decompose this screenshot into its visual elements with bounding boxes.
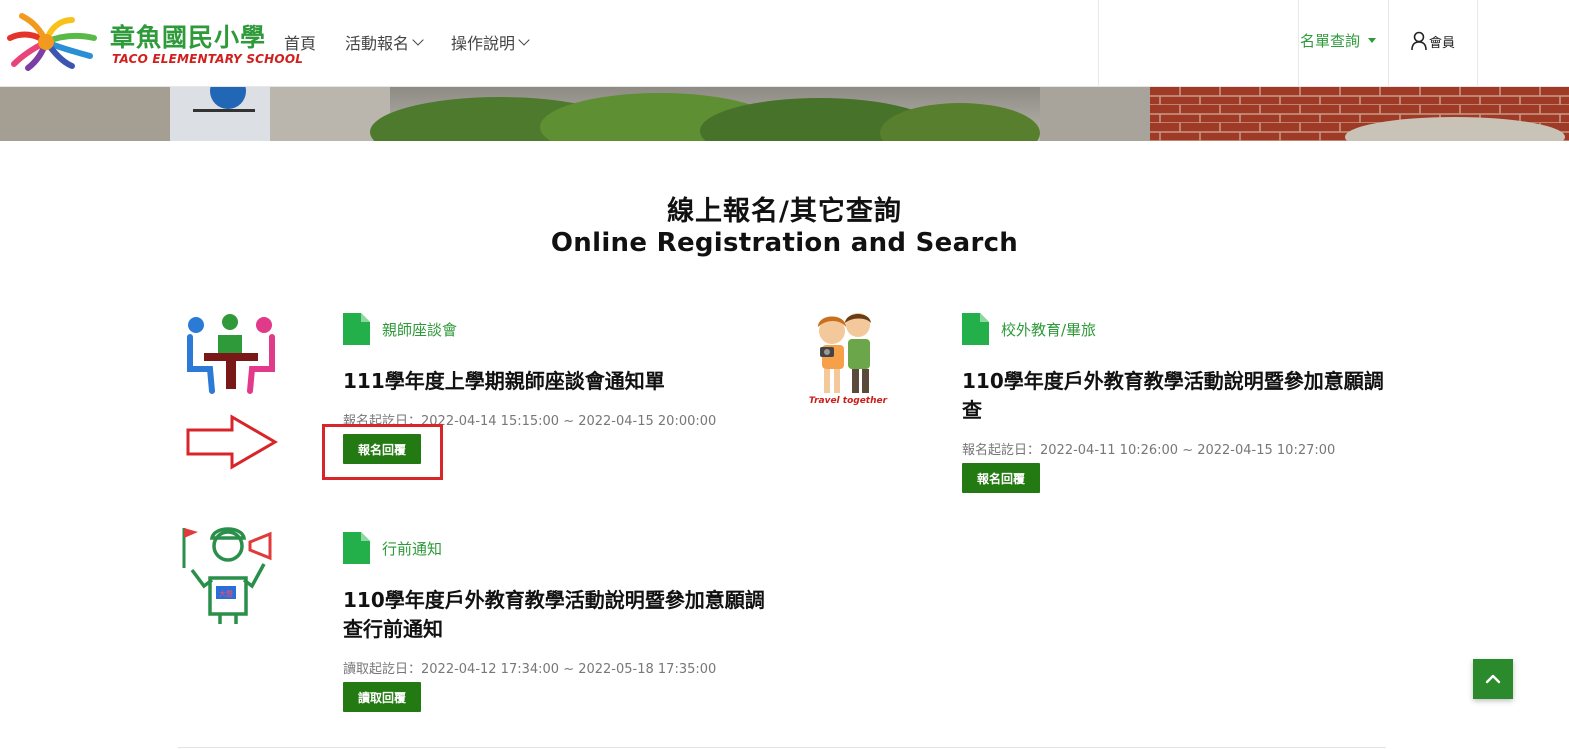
card-date-range: 讀取起訖日：2022-04-12 17:34:00 ~ 2022-05-18 1… — [343, 662, 717, 677]
chevron-down-icon — [518, 34, 530, 46]
card-date-range: 報名起訖日：2022-04-11 10:26:00 ~ 2022-04-15 1… — [962, 443, 1336, 458]
travel-together-illustration: Travel together — [809, 313, 888, 406]
member-link[interactable]: 會員 — [1410, 31, 1455, 51]
card-title[interactable]: 110學年度戶外教育教學活動說明暨參加意願調查行前通知 — [343, 586, 767, 644]
read-reply-button[interactable]: 讀取回覆 — [343, 682, 421, 712]
back-to-top-button[interactable] — [1473, 659, 1513, 699]
category-pre-trip-notice[interactable]: 行前通知 — [343, 532, 442, 564]
nav-activity-label: 活動報名 — [345, 34, 410, 53]
school-logo[interactable]: 章魚國民小學 TACO ELEMENTARY SCHOOL — [6, 12, 303, 72]
nav-home[interactable]: 首頁 — [284, 30, 316, 54]
nav-home-label: 首頁 — [284, 34, 317, 53]
banner-image — [0, 87, 1569, 141]
site-header: 章魚國民小學 TACO ELEMENTARY SCHOOL 首頁 活動報名 操作… — [0, 0, 1569, 87]
list-query-dropdown[interactable]: 名單查詢 — [1300, 30, 1377, 51]
badge-text: 大聲 — [219, 589, 233, 598]
nav-activity-registration[interactable]: 活動報名 — [345, 30, 424, 54]
nav-instructions[interactable]: 操作說明 — [451, 30, 530, 54]
document-icon — [343, 313, 370, 345]
highlight-annotation-box — [322, 424, 443, 480]
header-divider — [1388, 0, 1389, 87]
section-title-en: Online Registration and Search — [550, 228, 1019, 258]
section-bottom-divider — [178, 747, 1386, 748]
category-parent-teacher-meeting[interactable]: 親師座談會 — [343, 313, 457, 345]
list-query-label: 名單查詢 — [1300, 32, 1361, 50]
card-title[interactable]: 111學年度上學期親師座談會通知單 — [343, 367, 743, 396]
category-label: 親師座談會 — [382, 320, 458, 339]
user-icon — [1411, 31, 1427, 51]
document-icon — [962, 313, 989, 345]
card-title[interactable]: 110學年度戶外教育教學活動說明暨參加意願調查 — [962, 367, 1386, 425]
nav-instructions-label: 操作說明 — [451, 34, 516, 53]
header-divider — [1098, 0, 1099, 87]
logo-subtitle: TACO ELEMENTARY SCHOOL — [112, 52, 304, 66]
arrow-right-icon — [186, 414, 278, 470]
header-divider — [1477, 0, 1478, 87]
caret-down-icon — [1368, 38, 1377, 43]
document-icon — [343, 532, 370, 564]
parent-teacher-meeting-icon — [187, 314, 275, 394]
chevron-up-icon — [1485, 674, 1501, 684]
register-reply-button[interactable]: 報名回覆 — [962, 463, 1040, 493]
category-label: 行前通知 — [382, 539, 443, 558]
category-label: 校外教育/畢旅 — [1001, 320, 1097, 339]
category-outdoor-education[interactable]: 校外教育/畢旅 — [962, 313, 1096, 345]
header-divider — [1298, 0, 1299, 87]
logo-title: 章魚國民小學 — [110, 23, 267, 52]
octopus-logo-icon — [7, 13, 97, 71]
travel-together-caption: Travel together — [809, 396, 888, 406]
main-nav: 首頁 活動報名 操作說明 — [284, 30, 557, 54]
chevron-down-icon — [412, 34, 424, 46]
banner-photo — [0, 87, 1569, 141]
section-title-zh: 線上報名/其它查詢 — [667, 196, 902, 227]
member-label: 會員 — [1429, 35, 1456, 51]
announcement-person-icon: 大聲 — [182, 527, 272, 624]
